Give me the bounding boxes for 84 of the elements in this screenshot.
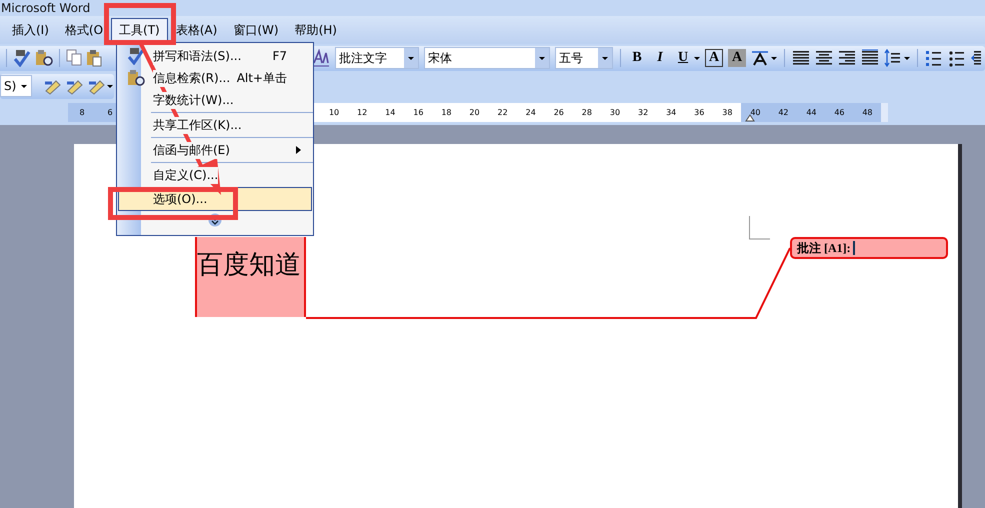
menu-label: 自定义(C)... [153,166,218,184]
border-button[interactable]: A [705,49,723,67]
shortcut-label: Alt+单击 [236,70,287,86]
align-justify-icon[interactable] [792,49,810,67]
caret-icon[interactable] [107,84,114,88]
caret-icon[interactable] [21,84,28,88]
ruler-number: 48 [861,108,874,117]
styles-icon[interactable] [312,49,330,67]
bold-button[interactable]: B [628,49,646,67]
spelling-icon[interactable] [13,49,31,67]
ruler-number: 42 [777,108,790,117]
text-cursor [852,241,855,255]
research-icon[interactable] [35,49,53,67]
menu-item[interactable]: 工具(T) [111,18,168,42]
style-dropdown[interactable]: 批注文字 [335,47,419,69]
ruler-number: 34 [665,108,678,117]
ruler-number: 20 [468,108,481,117]
ruler-number: 30 [608,108,622,117]
paste-icon[interactable] [86,49,102,67]
indent-marker-icon[interactable] [745,114,755,122]
menu-item[interactable]: 拼写和语法(S)... F7 [118,46,312,66]
ruler-number: 14 [384,108,396,117]
ruler-number: 46 [833,108,846,117]
caret-icon[interactable] [408,56,414,60]
shortcut-label: F7 [272,49,287,63]
line-spacing-icon[interactable] [884,49,902,67]
ruler-number: 38 [721,108,734,117]
copy-icon[interactable] [66,49,82,67]
window-title: Microsoft Word [0,1,90,15]
menu-item[interactable]: 共享工作区(K)... [118,115,312,135]
shading-button[interactable]: A [728,49,746,67]
caret-icon[interactable] [771,56,777,60]
expand-chevron-icon[interactable] [208,213,222,227]
italic-button[interactable]: I [651,49,669,67]
align-right-icon[interactable] [838,49,856,67]
ruler-number: 16 [412,108,424,117]
ruler-number: 8 [78,108,86,117]
bullets-icon[interactable] [948,49,966,67]
ruler-number: 44 [805,108,818,117]
menu-label: 拼写和语法(S)... [153,48,242,64]
research-icon[interactable] [127,69,145,87]
indent-icon[interactable] [971,49,981,67]
ruler-number: 10 [328,108,340,117]
menu-label: 共享工作区(K)... [153,116,242,134]
numbering-icon[interactable] [925,49,943,67]
style-dropdown[interactable]: S) [0,75,32,97]
ruler-number: 22 [496,108,509,117]
comment-balloon[interactable]: 批注 [A1]: [790,237,948,259]
underline-button[interactable]: U [674,49,692,67]
font-dropdown[interactable]: 宋体 [424,47,550,69]
menu-item[interactable]: 帮助(H) [286,18,345,42]
menu-item[interactable]: 字数统计(W)... [118,90,312,110]
ruler-number: 36 [693,108,706,117]
submenu-arrow-icon[interactable] [296,146,301,154]
comment-label: 批注 [A1]: [797,240,851,256]
menu-item[interactable]: 信函与邮件(E) [118,140,312,160]
menu-item[interactable]: 格式(O [56,18,112,42]
caret-icon[interactable] [539,56,545,60]
ruler-number: 18 [440,108,453,117]
caret-icon[interactable] [602,56,608,60]
caret-icon[interactable] [904,56,910,60]
ruler-number: 28 [580,108,593,117]
distribute-icon[interactable] [861,49,879,67]
ruler-number: 6 [106,108,114,117]
ruler-number: 40 [749,108,762,117]
highlight-frame [104,3,176,45]
spelling-icon[interactable] [127,47,145,65]
menu-item[interactable]: 插入(I) [4,18,57,42]
ruler-number: 32 [636,108,650,117]
menu-label: 字数统计(W)... [153,92,234,108]
document-text: 百度知道 [197,249,301,281]
caret-icon[interactable] [694,56,700,60]
ruler-number: 12 [356,108,368,117]
menu-label: 信息检索(R)... [153,70,230,86]
scale-icon[interactable] [751,49,769,67]
align-center-icon[interactable] [815,49,833,67]
menu-label: 信函与邮件(E) [153,142,230,158]
menu-item[interactable]: 窗口(W) [225,18,287,42]
ruler-number: 24 [524,108,537,117]
menu-item[interactable]: 自定义(C)... [118,165,312,185]
size-dropdown[interactable]: 五号 [555,47,613,69]
margin-corner-icon[interactable] [749,216,771,240]
ruler-number: 26 [552,108,565,117]
menu-item[interactable]: 信息检索(R)... Alt+单击 [118,68,312,88]
